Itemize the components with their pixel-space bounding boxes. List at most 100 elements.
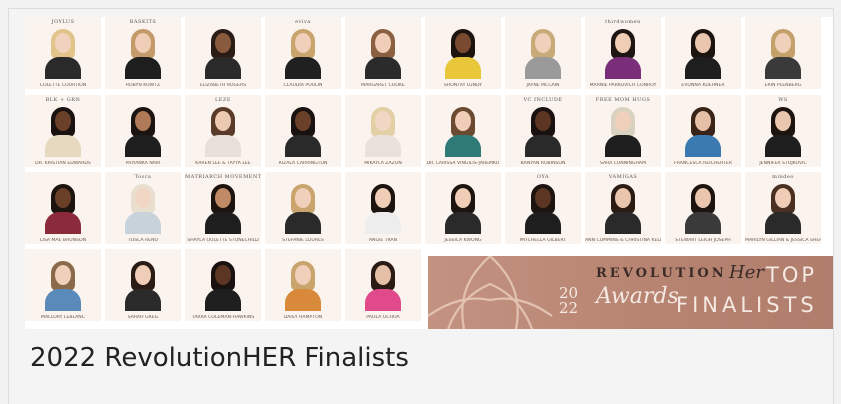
finalist-name: MARNIE PARKOVICH CONROY (589, 83, 657, 88)
portrait-photo (603, 182, 643, 234)
finalist-name: ERIN PLENBERG (764, 83, 802, 88)
company-logo: LEZE (214, 97, 232, 103)
portrait-photo (763, 27, 803, 79)
finalist-card: SHONTAY LUNDY (425, 17, 501, 89)
finalist-name: ANGIE TRAN (368, 238, 398, 243)
portrait-photo (363, 27, 403, 79)
company-logo: thirdwomen (605, 19, 641, 25)
finalist-card: FRANCESCA REICHERTER (665, 95, 741, 167)
company-logo: OYA (536, 174, 550, 180)
finalist-name: PAOLA OCHOA (366, 315, 400, 320)
portrait-photo (203, 259, 243, 311)
finalist-card: DAISY HAMPTON (265, 249, 341, 321)
portrait-photo (683, 182, 723, 234)
finalist-card: VC INCLUDE BANYAN ROBINSON (505, 95, 581, 167)
finalist-name: PRIYANKA NAIR (125, 161, 161, 166)
finalist-name: COLETTE COURTION (39, 83, 87, 88)
company-logo: FREE MOM HUGS (595, 97, 651, 103)
finalist-card: ANGIE TRAN (345, 172, 421, 244)
finalist-name: MIKAYLA ZAZON (364, 161, 402, 166)
finalist-name: MALLORY LEBLANC (41, 315, 85, 320)
finalist-name: JENNIFER STOJKOVIC (759, 161, 807, 166)
awards-banner: REVOLUTION Her TOP 20 22 Awards FINALISTS (428, 256, 833, 329)
finalist-name: MITCHELLA GILBERT (519, 238, 567, 243)
finalist-card: VAMIGAS ANN CUMMINS & CHRISTINA KELMON (585, 172, 661, 244)
finalist-card: JAYNE MCCAIN (505, 17, 581, 89)
portrait-photo (683, 105, 723, 157)
finalist-name: FRANCESCA REICHERTER (674, 161, 732, 166)
portrait-photo (523, 27, 563, 79)
portrait-photo (203, 27, 243, 79)
portrait-photo (283, 27, 323, 79)
portrait-photo (603, 105, 643, 157)
finalist-name: SARA CUNNINGHAM (599, 161, 647, 166)
portrait-photo (363, 259, 403, 311)
banner-awards: Awards (596, 284, 679, 309)
banner-revolution: REVOLUTION (596, 266, 727, 281)
finalist-name: DAISY HAMPTON (283, 315, 323, 320)
portrait-photo (203, 182, 243, 234)
finalist-card: STEFANIE LOURES (265, 172, 341, 244)
finalist-card: ELIZABETH ROGERS (185, 17, 261, 89)
finalist-card: LEZE KAREN LEE & TAYYA LEE (185, 95, 261, 167)
finalist-card: BASKITS ROBYN KOWTZ (105, 17, 181, 89)
post-card: JOYLUS COLETTE COURTION BASKITS ROBYN KOWTZ… (8, 8, 834, 404)
portrait-photo (123, 27, 163, 79)
finalist-name: SHAYLA OULETTE STONECHILD (187, 238, 259, 243)
finalist-card: DR. LARISSA VINGILIS-JAREMKO (425, 95, 501, 167)
finalist-card: EVONNA KUEHNER (665, 17, 741, 89)
banner-her: Her (729, 262, 764, 283)
finalist-name: EVONNA KUEHNER (681, 83, 725, 88)
banner-top: TOP (766, 263, 818, 287)
portrait-photo (523, 105, 563, 157)
company-logo: VC INCLUDE (523, 97, 563, 103)
banner-year: 20 22 (559, 286, 578, 316)
portrait-photo (123, 182, 163, 234)
portrait-photo (283, 182, 323, 234)
finalist-card: LISA MAE BRUNSON (25, 172, 101, 244)
portrait-photo (43, 27, 83, 79)
finalist-name: MARILYN GILLIAN & JESSICA SHEPARD (745, 238, 821, 243)
company-logo: WS (778, 97, 788, 103)
finalist-name: STEWART LEIGH JOSEPH (675, 238, 731, 243)
banner-finalists: FINALISTS (676, 293, 818, 317)
finalist-card: OYA MITCHELLA GILBERT (505, 172, 581, 244)
finalist-card: STEWART LEIGH JOSEPH (665, 172, 741, 244)
company-logo: eviva (295, 19, 311, 25)
portrait-photo (363, 182, 403, 234)
portrait-photo (443, 182, 483, 234)
finalist-card: RIZALA CARRINGTON (265, 95, 341, 167)
finalist-name: ROBYN KOWTZ (125, 83, 161, 88)
company-logo: VAMIGAS (608, 174, 638, 180)
finalist-name: RIZALA CARRINGTON (278, 161, 328, 166)
finalist-card: ERIN PLENBERG (745, 17, 821, 89)
finalist-card: thirdwomen MARNIE PARKOVICH CONROY (585, 17, 661, 89)
finalist-card: BLK + GRN DR. KRISTIAN EDWARDS (25, 95, 101, 167)
finalist-card: JESSICA KWONG (425, 172, 501, 244)
finalist-name: TOSCA RENO (127, 238, 159, 243)
company-logo: JOYLUS (51, 19, 75, 25)
portrait-photo (683, 27, 723, 79)
portrait-photo (43, 105, 83, 157)
finalist-name: JESSICA KWONG (444, 238, 482, 243)
company-logo: BLK + GRN (45, 97, 81, 103)
portrait-photo (123, 105, 163, 157)
finalist-card: mindeo MARILYN GILLIAN & JESSICA SHEPARD (745, 172, 821, 244)
portrait-photo (43, 182, 83, 234)
finalist-name: TARRA COLEMAN-HAWKINS (191, 315, 255, 320)
finalist-card: Tosca TOSCA RENO (105, 172, 181, 244)
finalist-card: MIKAYLA ZAZON (345, 95, 421, 167)
finalist-name: LISA MAE BRUNSON (39, 238, 87, 243)
finalist-card: MARGARET COOKE (345, 17, 421, 89)
portrait-photo (123, 259, 163, 311)
finalist-name: ELIZABETH ROGERS (199, 83, 247, 88)
finalist-card: FREE MOM HUGS SARA CUNNINGHAM (585, 95, 661, 167)
finalist-name: SHONTAY LUNDY (443, 83, 483, 88)
portrait-photo (443, 27, 483, 79)
finalist-name: JAYNE MCCAIN (526, 83, 560, 88)
portrait-photo (283, 259, 323, 311)
finalist-name: STEFANIE LOURES (282, 238, 324, 243)
company-logo: Tosca (134, 174, 152, 180)
finalist-name: SARAH GREG (127, 315, 159, 320)
finalist-card: JOYLUS COLETTE COURTION (25, 17, 101, 89)
